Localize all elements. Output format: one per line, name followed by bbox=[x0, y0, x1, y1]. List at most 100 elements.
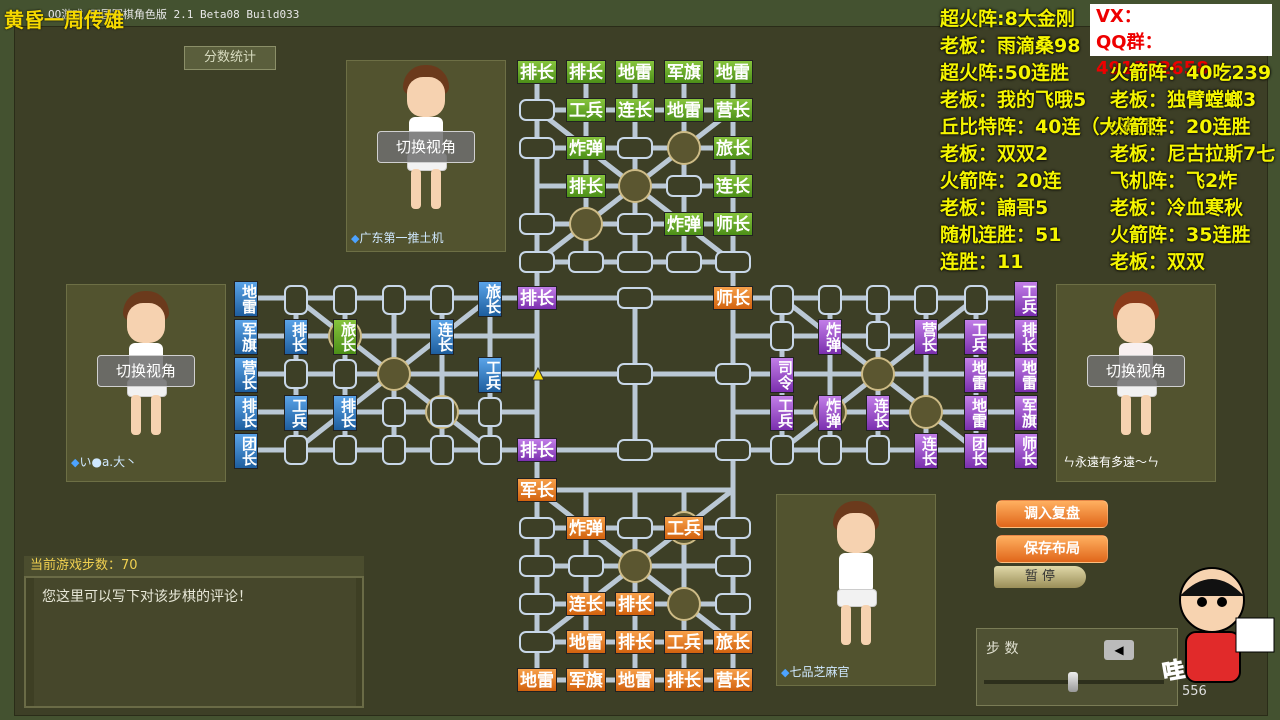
piece[interactable]: 军长 bbox=[517, 478, 557, 502]
piece[interactable]: 排长 bbox=[234, 395, 258, 431]
piece[interactable]: 工兵 bbox=[664, 516, 704, 540]
player-card-bottom: ◆七品芝麻官 bbox=[776, 494, 936, 686]
piece[interactable]: 工兵 bbox=[478, 357, 502, 393]
step-slider-thumb[interactable] bbox=[1068, 672, 1078, 692]
player-card-right: 切换视角 ㄣ永遠有多遠～ㄣ bbox=[1056, 284, 1216, 482]
piece[interactable]: 营长 bbox=[914, 319, 938, 355]
current-step-count: 当前游戏步数：70 bbox=[24, 556, 364, 576]
piece[interactable]: 排长 bbox=[1014, 319, 1038, 355]
overlay-line: 老板：諵哥5 bbox=[940, 197, 1049, 219]
piece[interactable]: 炸弹 bbox=[818, 395, 842, 431]
piece[interactable]: 团长 bbox=[964, 433, 988, 469]
player-card-left: 切换视角 ◆い●a.大丶 bbox=[66, 284, 226, 482]
piece[interactable]: 地雷 bbox=[566, 630, 606, 654]
overlay-line: 火箭阵：20连胜 bbox=[1110, 116, 1251, 138]
piece[interactable]: 排长 bbox=[566, 174, 606, 198]
piece[interactable]: 师长 bbox=[713, 212, 753, 236]
piece[interactable]: 旅长 bbox=[713, 136, 753, 160]
overlay-line: 老板：雨滴桑98 bbox=[940, 35, 1081, 57]
overlay-line: 老板：冷血寒秋 bbox=[1110, 197, 1244, 219]
piece[interactable]: 团长 bbox=[234, 433, 258, 469]
overlay-line: 超火阵:50连胜 bbox=[940, 62, 1070, 84]
piece[interactable]: 炸弹 bbox=[664, 212, 704, 236]
piece[interactable]: 排长 bbox=[615, 592, 655, 616]
piece[interactable]: 炸弹 bbox=[566, 136, 606, 160]
comment-input[interactable]: 您这里可以写下对该步棋的评论！ bbox=[34, 578, 356, 706]
piece[interactable]: 营长 bbox=[713, 98, 753, 122]
piece[interactable]: 地雷 bbox=[517, 668, 557, 692]
piece[interactable]: 旅长 bbox=[333, 319, 357, 355]
avatar-bottom bbox=[821, 501, 891, 651]
piece[interactable]: 师长 bbox=[713, 286, 753, 310]
save-layout-button[interactable]: 保存布局 bbox=[996, 535, 1108, 563]
piece[interactable]: 师长 bbox=[1014, 433, 1038, 469]
piece[interactable]: 工兵 bbox=[664, 630, 704, 654]
overlay-line: 火箭阵：40吃239 bbox=[1110, 62, 1272, 84]
piece[interactable]: 地雷 bbox=[234, 281, 258, 317]
overlay-line: 连胜：11 bbox=[940, 251, 1024, 273]
piece[interactable]: 排长 bbox=[566, 60, 606, 84]
overlay-line: 老板：我的飞哦5 bbox=[940, 89, 1087, 111]
piece[interactable]: 连长 bbox=[615, 98, 655, 122]
piece[interactable]: 工兵 bbox=[1014, 281, 1038, 317]
overlay-line: 老板：独臂螳螂3 bbox=[1110, 89, 1257, 111]
player-name-top: ◆广东第一推土机 bbox=[351, 231, 444, 245]
player-name-right: ㄣ永遠有多遠～ㄣ bbox=[1063, 455, 1160, 469]
overlay-line: 老板：尼古拉斯7七 bbox=[1110, 143, 1276, 165]
piece[interactable]: 地雷 bbox=[1014, 357, 1038, 393]
qq-group: QQ群：491352658 bbox=[1090, 30, 1272, 79]
piece[interactable]: 连长 bbox=[566, 592, 606, 616]
piece[interactable]: 工兵 bbox=[566, 98, 606, 122]
piece[interactable]: 炸弹 bbox=[818, 319, 842, 355]
piece[interactable]: 军旗 bbox=[1014, 395, 1038, 431]
piece[interactable]: 连长 bbox=[430, 319, 454, 355]
piece[interactable]: 军旗 bbox=[234, 319, 258, 355]
cartoon-watermark-icon: 哇 bbox=[1160, 567, 1275, 686]
step-prev-button[interactable]: ◀ bbox=[1104, 640, 1134, 660]
step-label: 步 数 bbox=[986, 641, 1019, 657]
piece[interactable]: 地雷 bbox=[964, 395, 988, 431]
svg-text:哇: 哇 bbox=[1161, 657, 1187, 685]
piece[interactable]: 排长 bbox=[284, 319, 308, 355]
vx-contact: VX：douyu297535 bbox=[1090, 4, 1272, 53]
piece[interactable]: 排长 bbox=[664, 668, 704, 692]
overlay-line: 随机连胜：51 bbox=[940, 224, 1062, 246]
piece[interactable]: 排长 bbox=[517, 286, 557, 310]
overlay-line: 火箭阵：35连胜 bbox=[1110, 224, 1251, 246]
piece[interactable]: 炸弹 bbox=[566, 516, 606, 540]
piece[interactable]: 地雷 bbox=[664, 98, 704, 122]
player-name-left: ◆い●a.大丶 bbox=[71, 455, 138, 469]
piece[interactable]: 司令 bbox=[770, 357, 794, 393]
piece[interactable]: 连长 bbox=[713, 174, 753, 198]
player-card-top: 切换视角 ◆广东第一推土机 bbox=[346, 60, 506, 252]
piece[interactable]: 地雷 bbox=[615, 60, 655, 84]
piece[interactable]: 排长 bbox=[615, 630, 655, 654]
piece[interactable]: 排长 bbox=[333, 395, 357, 431]
switch-view-button-left[interactable]: 切换视角 bbox=[97, 355, 195, 387]
piece[interactable]: 地雷 bbox=[713, 60, 753, 84]
piece[interactable]: 营长 bbox=[234, 357, 258, 393]
switch-view-button-top[interactable]: 切换视角 bbox=[377, 131, 475, 163]
piece[interactable]: 军旗 bbox=[566, 668, 606, 692]
piece[interactable]: 营长 bbox=[713, 668, 753, 692]
pause-button[interactable]: 暂 停 bbox=[994, 566, 1086, 588]
switch-view-button-right[interactable]: 切换视角 bbox=[1087, 355, 1185, 387]
overlay-line: 飞机阵：飞2炸 bbox=[1110, 170, 1238, 192]
piece[interactable]: 旅长 bbox=[478, 281, 502, 317]
piece[interactable]: 地雷 bbox=[964, 357, 988, 393]
piece[interactable]: 连长 bbox=[914, 433, 938, 469]
overlay-line: 火箭阵：20连 bbox=[940, 170, 1062, 192]
overlay-line: 老板：双双2 bbox=[940, 143, 1049, 165]
piece[interactable]: 工兵 bbox=[770, 395, 794, 431]
piece[interactable]: 工兵 bbox=[964, 319, 988, 355]
load-replay-button[interactable]: 调入复盘 bbox=[996, 500, 1108, 528]
piece[interactable]: 军旗 bbox=[664, 60, 704, 84]
piece[interactable]: 地雷 bbox=[615, 668, 655, 692]
piece[interactable]: 排长 bbox=[517, 60, 557, 84]
overlay-line: 超火阵:8大金刚 bbox=[940, 8, 1075, 30]
overlay-line: 老板：双双 bbox=[1110, 251, 1206, 273]
piece[interactable]: 排长 bbox=[517, 438, 557, 462]
piece[interactable]: 工兵 bbox=[284, 395, 308, 431]
piece[interactable]: 旅长 bbox=[713, 630, 753, 654]
piece[interactable]: 连长 bbox=[866, 395, 890, 431]
